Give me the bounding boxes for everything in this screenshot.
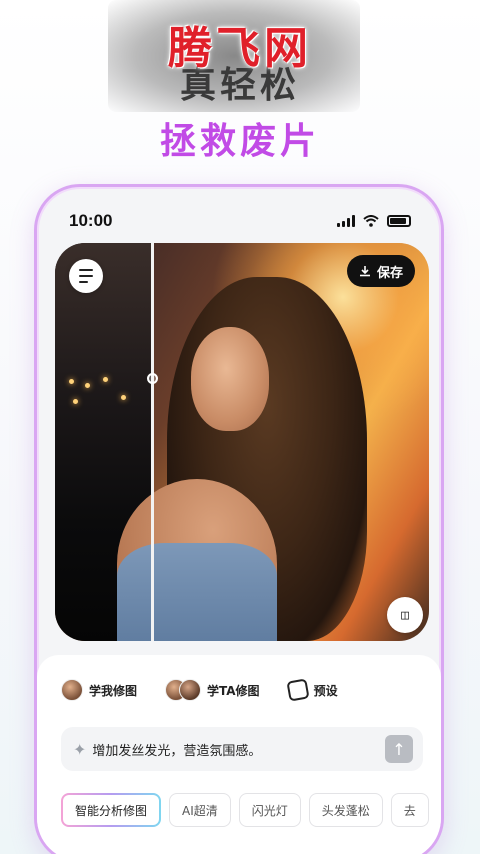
phone-frame: 10:00 保存 ◫ 学我修图 学TA修图 预设 ✦ 增加发丝发光，营造氛围感。… <box>34 184 444 854</box>
status-icons <box>337 215 411 227</box>
subject-top <box>117 543 277 641</box>
city-lights <box>63 373 143 413</box>
mode-label: 学TA修图 <box>207 683 260 698</box>
mode-learn-ta[interactable]: 学TA修图 <box>165 679 260 701</box>
photo-canvas[interactable]: 保存 ◫ <box>55 243 429 641</box>
arrow-up-icon: ↑ <box>392 739 406 759</box>
status-bar: 10:00 <box>37 211 441 235</box>
chip-smart-analysis[interactable]: 智能分析修图 <box>61 793 161 827</box>
chip-hair-volume[interactable]: 头发蓬松 <box>308 793 383 827</box>
signal-icon <box>337 215 355 227</box>
prompt-input[interactable]: ✦ 增加发丝发光，营造氛围感。 ↑ <box>61 727 423 771</box>
mode-label: 预设 <box>313 683 338 698</box>
send-button[interactable]: ↑ <box>385 735 413 763</box>
mode-label: 学我修图 <box>89 683 138 698</box>
avatar <box>61 679 83 701</box>
sparkle-icon: ✦ <box>73 739 87 759</box>
download-icon <box>359 266 370 277</box>
status-time: 10:00 <box>69 211 113 230</box>
chip-flash[interactable]: 闪光灯 <box>238 793 301 827</box>
chip-more[interactable]: 去 <box>390 793 429 827</box>
compare-split-handle[interactable] <box>147 373 158 384</box>
mode-learn-mine[interactable]: 学我修图 <box>61 679 137 701</box>
subject-face <box>191 327 269 431</box>
save-label: 保存 <box>376 265 403 281</box>
compare-icon: ◫ <box>401 607 409 623</box>
promo-header: 真轻松 腾飞网 拯救废片 <box>0 0 480 170</box>
menu-button[interactable] <box>69 259 103 293</box>
save-button[interactable]: 保存 <box>346 255 415 287</box>
battery-icon <box>387 215 411 227</box>
hamburger-icon <box>79 269 93 271</box>
avatar <box>179 679 202 701</box>
headline-secondary: 拯救废片 <box>159 121 320 162</box>
mode-preset[interactable]: 预设 <box>285 678 338 702</box>
mode-row: 学我修图 学TA修图 预设 <box>61 678 338 702</box>
wifi-icon <box>363 215 379 227</box>
compare-button[interactable]: ◫ <box>387 597 423 633</box>
compare-split-line[interactable] <box>151 243 154 641</box>
preset-icon <box>285 678 310 702</box>
watermark-text: 腾飞网 <box>168 23 312 74</box>
avatar-pair <box>165 679 202 701</box>
chip-ai-hd[interactable]: AI超清 <box>169 793 231 827</box>
prompt-text: 增加发丝发光，营造氛围感。 <box>92 743 262 759</box>
suggestion-chips: 智能分析修图 AI超清 闪光灯 头发蓬松 去 <box>61 793 431 827</box>
edit-panel: 学我修图 学TA修图 预设 ✦ 增加发丝发光，营造氛围感。 ↑ 智能分析修图 A… <box>37 655 441 854</box>
